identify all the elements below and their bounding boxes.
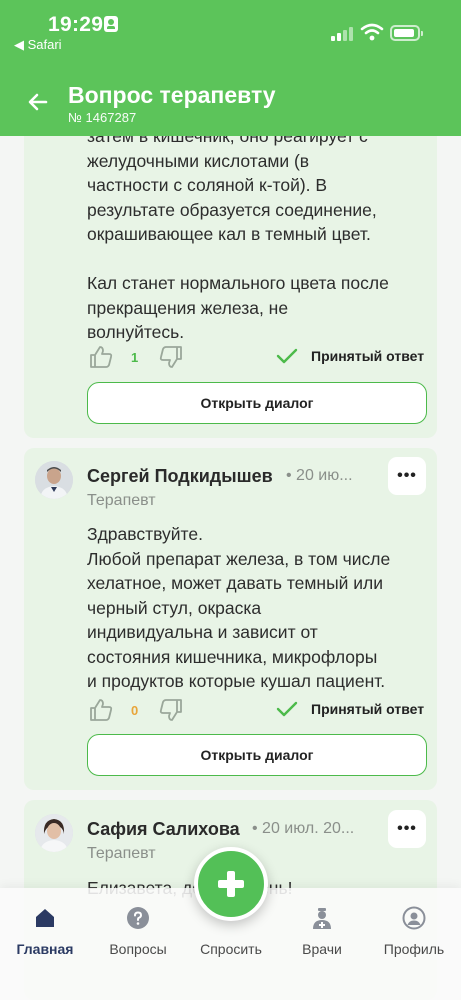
like-count: 1: [131, 350, 139, 365]
nav-item-doctors[interactable]: Врачи: [277, 906, 367, 957]
thumb-up-icon[interactable]: [88, 697, 114, 723]
wifi-icon: [360, 23, 384, 41]
avatar: [35, 461, 73, 499]
status-bar: 19:29 ◀ Safari: [0, 0, 461, 53]
answer-date: • 20 июл. 20...: [252, 820, 355, 837]
nav-item-home[interactable]: Главная: [0, 906, 90, 957]
app-header: 19:29 ◀ Safari Вопрос терапевту № 146728…: [0, 0, 461, 136]
nav-label: Врачи: [302, 941, 342, 957]
answer-text: Здравствуйте. Любой препарат железа, в т…: [87, 524, 391, 691]
like-count: 0: [131, 703, 139, 718]
plus-icon: [218, 871, 244, 897]
check-icon: [276, 348, 298, 364]
author-role: Терапевт: [87, 845, 156, 862]
answer-card: Сергей Подкидышев • 20 ию... Терапевт ••…: [24, 448, 437, 790]
thumb-down-icon[interactable]: [158, 697, 184, 723]
doctor-avatar-image: [35, 814, 73, 852]
nav-item-questions[interactable]: Вопросы: [93, 906, 183, 957]
avatar: [35, 814, 73, 852]
open-dialog-button[interactable]: Открыть диалог: [87, 734, 427, 776]
doctor-avatar-image: [35, 461, 73, 499]
ask-question-fab[interactable]: [194, 847, 268, 921]
focus-person-icon: [104, 16, 118, 32]
more-options-button[interactable]: •••: [388, 810, 426, 848]
answer-date: • 20 ию...: [286, 467, 353, 484]
author-name[interactable]: Сафия Салихова: [87, 819, 240, 840]
thumb-up-icon[interactable]: [88, 344, 114, 370]
question-number: № 1467287: [68, 110, 137, 125]
nav-label: Главная: [16, 941, 74, 957]
back-to-safari-link[interactable]: ◀ Safari: [14, 37, 62, 53]
nav-item-profile[interactable]: Профиль: [369, 906, 459, 957]
profile-icon: [402, 906, 426, 930]
nav-label: Спросить: [200, 941, 262, 957]
question-icon: [127, 907, 149, 929]
open-dialog-button[interactable]: Открыть диалог: [87, 382, 427, 424]
status-time: 19:29: [48, 13, 104, 36]
author-role: Терапевт: [87, 492, 156, 509]
vote-row: 0 Принятый ответ: [24, 697, 437, 725]
accepted-answer-label: Принятый ответ: [311, 348, 425, 364]
cellular-signal-icon: [331, 27, 353, 41]
back-arrow-icon[interactable]: [26, 90, 50, 114]
answer-card: затем в кишечник, оно реагирует с желудо…: [24, 110, 437, 438]
thumb-down-icon[interactable]: [158, 344, 184, 370]
vote-row: 1 Принятый ответ: [24, 344, 437, 372]
nav-label: Вопросы: [109, 941, 167, 957]
more-options-button[interactable]: •••: [388, 457, 426, 495]
doctor-icon: [313, 908, 331, 929]
author-name[interactable]: Сергей Подкидышев: [87, 466, 273, 487]
page-title: Вопрос терапевту: [68, 82, 276, 108]
home-icon: [36, 909, 54, 927]
nav-label: Профиль: [383, 941, 445, 957]
battery-icon: [390, 25, 423, 41]
check-icon: [276, 701, 298, 717]
answer-text: затем в кишечник, оно реагирует с желудо…: [87, 126, 389, 342]
accepted-answer-label: Принятый ответ: [311, 701, 425, 717]
